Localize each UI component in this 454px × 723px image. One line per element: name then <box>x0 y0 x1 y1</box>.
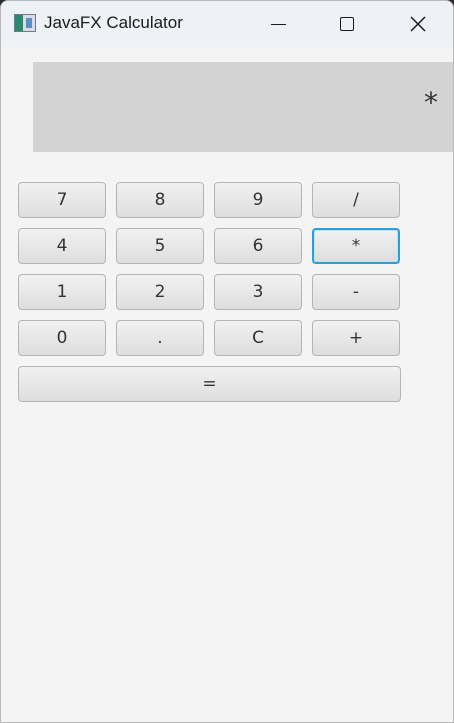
app-icon <box>14 14 36 32</box>
key-add[interactable]: + <box>312 320 400 356</box>
maximize-icon <box>340 17 354 31</box>
key-8[interactable]: 8 <box>116 182 204 218</box>
key-subtract[interactable]: - <box>312 274 400 310</box>
key-5[interactable]: 5 <box>116 228 204 264</box>
key-9[interactable]: 9 <box>214 182 302 218</box>
close-icon <box>410 16 426 32</box>
key-equals[interactable]: = <box>18 366 401 402</box>
key-clear[interactable]: C <box>214 320 302 356</box>
key-decimal[interactable]: . <box>116 320 204 356</box>
key-multiply[interactable]: * <box>312 228 400 264</box>
key-2[interactable]: 2 <box>116 274 204 310</box>
display-value: * <box>424 86 438 119</box>
key-divide[interactable]: / <box>312 182 400 218</box>
key-4[interactable]: 4 <box>18 228 106 264</box>
minimize-button[interactable] <box>243 1 313 47</box>
key-6[interactable]: 6 <box>214 228 302 264</box>
window-title: JavaFX Calculator <box>44 13 183 32</box>
title-bar: JavaFX Calculator <box>1 1 453 47</box>
key-1[interactable]: 1 <box>18 274 106 310</box>
calculator-window: JavaFX Calculator * 7 8 9 / 4 5 6 * 1 2 … <box>0 0 454 723</box>
key-7[interactable]: 7 <box>18 182 106 218</box>
key-0[interactable]: 0 <box>18 320 106 356</box>
minimize-icon <box>271 24 286 25</box>
calculator-display: * <box>33 62 453 152</box>
close-button[interactable] <box>383 1 453 47</box>
maximize-button[interactable] <box>313 1 383 47</box>
key-3[interactable]: 3 <box>214 274 302 310</box>
